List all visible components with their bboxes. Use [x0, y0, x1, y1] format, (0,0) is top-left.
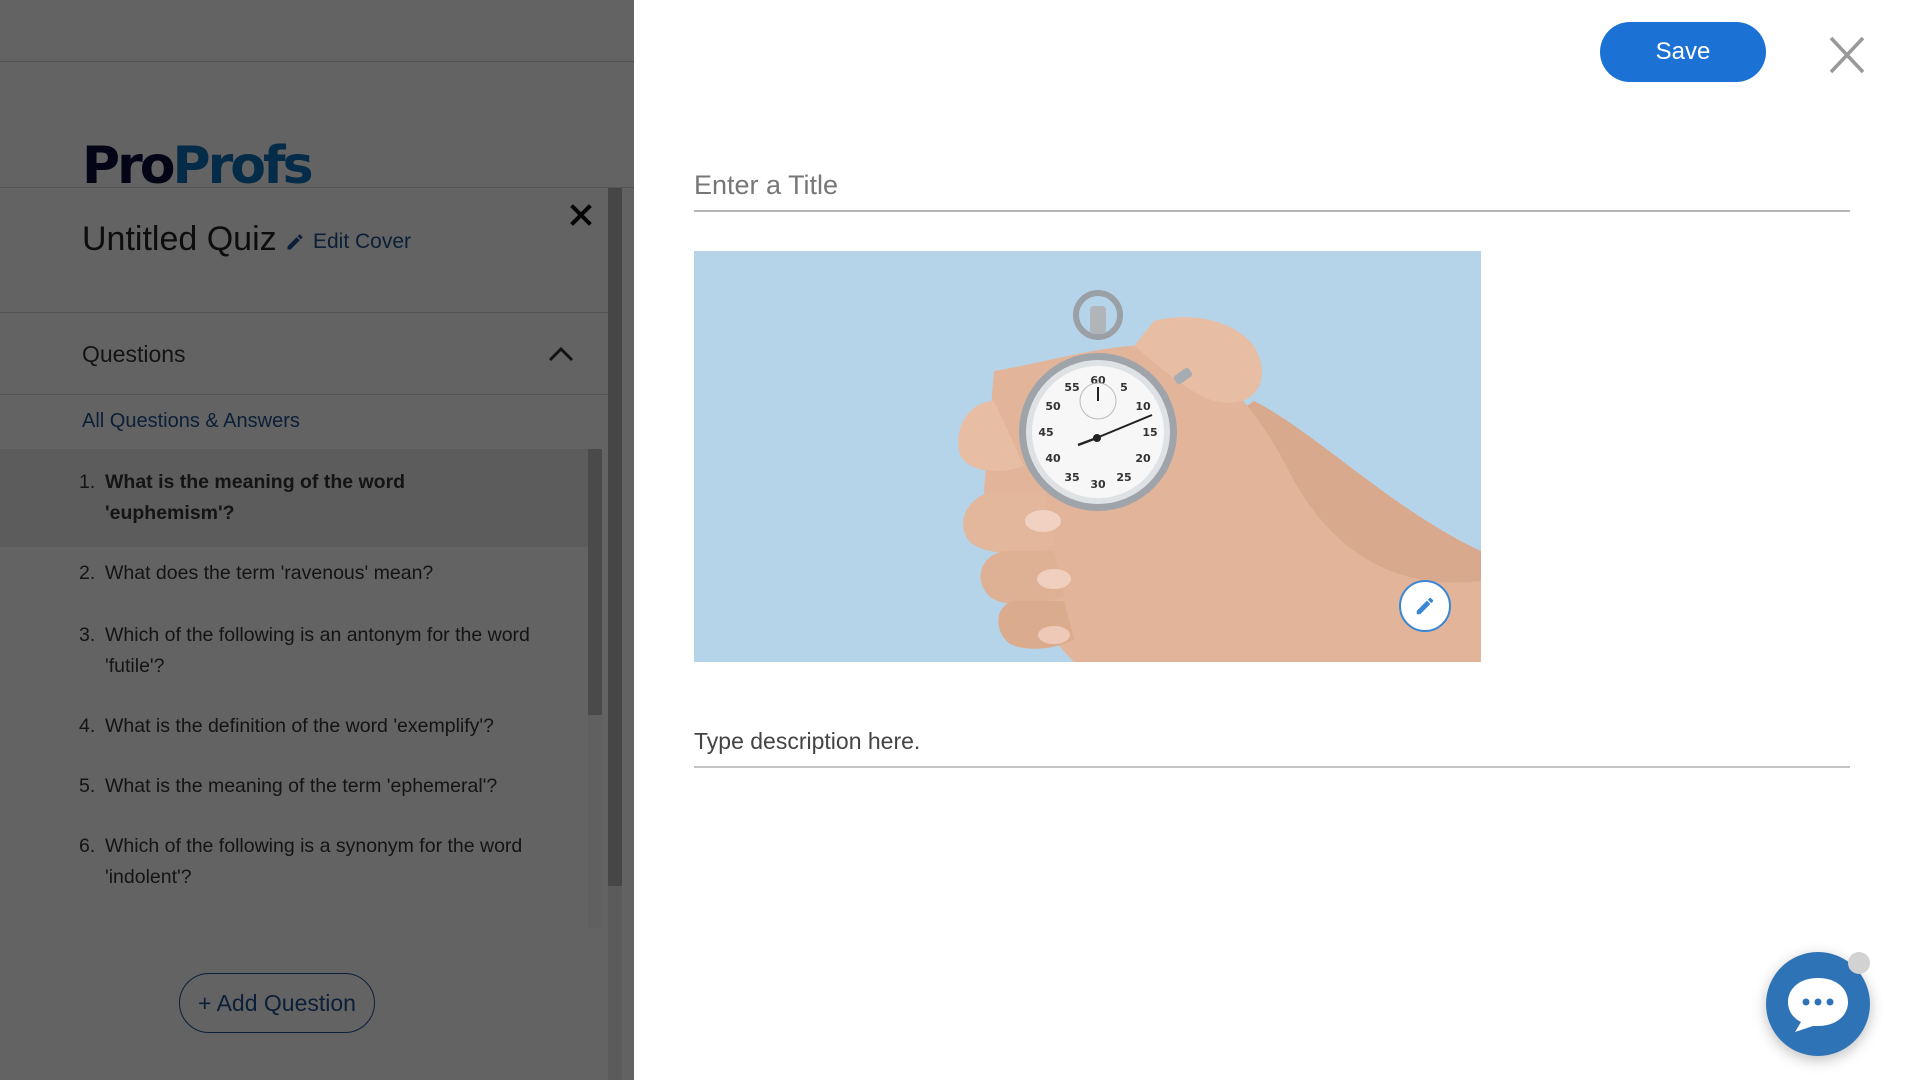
logo-pro: Pro — [82, 136, 176, 196]
stopwatch-number: 5 — [1120, 381, 1128, 394]
question-number: 4. — [79, 715, 96, 737]
questions-header-label: Questions — [82, 341, 186, 367]
question-list-item[interactable]: 6. Which of the following is a synonym fo… — [0, 820, 588, 911]
stopwatch-number: 20 — [1135, 452, 1151, 465]
description-input[interactable] — [694, 716, 1850, 768]
quiz-panel: Untitled Quiz Edit Cover Questions All Q… — [0, 188, 608, 1080]
stopwatch-number: 45 — [1038, 426, 1053, 439]
stopwatch-number: 40 — [1045, 452, 1061, 465]
stopwatch-number: 50 — [1045, 400, 1061, 413]
question-number: 5. — [79, 775, 96, 797]
stopwatch-number: 60 — [1090, 374, 1106, 387]
add-question-button[interactable]: + Add Question — [179, 973, 375, 1033]
title-input[interactable] — [694, 160, 1850, 212]
question-list-item[interactable]: 1. What is the meaning of the word 'euphe… — [0, 449, 588, 547]
question-list-item[interactable]: 2. What does the term 'ravenous' mean? — [0, 547, 588, 607]
question-list-item[interactable]: 4. What is the definition of the word 'ex… — [0, 700, 588, 760]
pencil-icon — [1416, 597, 1434, 615]
edit-cover-link[interactable]: Edit Cover — [285, 230, 411, 254]
question-list-item[interactable]: 5. What is the meaning of the term 'ephem… — [0, 760, 588, 820]
question-number: 2. — [79, 562, 96, 584]
chevron-up-icon[interactable] — [547, 343, 575, 363]
question-text: What is the definition of the word 'exem… — [105, 715, 494, 737]
question-text: Which of the following is a synonym for … — [105, 835, 523, 888]
top-bar — [0, 0, 634, 62]
proprofs-logo: ProProfs — [82, 140, 314, 192]
edit-cover-image-button[interactable] — [1399, 580, 1451, 632]
question-list-scrollbar-thumb[interactable] — [588, 449, 602, 715]
all-questions-answers-link[interactable]: All Questions & Answers — [82, 410, 300, 433]
quiz-title: Untitled Quiz — [82, 220, 277, 258]
chat-notification-dot[interactable] — [1848, 952, 1870, 974]
quiz-header: Untitled Quiz Edit Cover — [0, 188, 608, 313]
question-number: 6. — [79, 835, 96, 857]
save-button[interactable]: Save — [1600, 22, 1766, 82]
pencil-icon — [287, 234, 303, 250]
question-text: What is the meaning of the word 'euphemi… — [105, 471, 406, 524]
stopwatch-number: 35 — [1064, 471, 1079, 484]
question-list: 1. What is the meaning of the word 'euphe… — [0, 449, 588, 929]
sidebar: ProProfs Quiz Maker Untitled Quiz Edit C… — [0, 0, 634, 1080]
questions-section-header[interactable]: Questions — [0, 313, 608, 395]
sidebar-scrollbar-thumb[interactable] — [608, 188, 622, 886]
close-icon[interactable] — [566, 200, 596, 230]
stopwatch-number: 30 — [1090, 478, 1106, 491]
stopwatch-number: 55 — [1064, 381, 1079, 394]
logo-profs: Profs — [172, 136, 313, 196]
question-text: What is the meaning of the term 'ephemer… — [105, 775, 498, 797]
question-number: 1. — [79, 471, 96, 493]
stopwatch-number: 10 — [1135, 400, 1151, 413]
question-text: Which of the following is an antonym for… — [105, 624, 530, 677]
cover-image: 60 5 10 15 20 25 30 35 40 45 50 55 — [694, 251, 1481, 662]
question-text: What does the term 'ravenous' mean? — [105, 562, 434, 584]
stopwatch-number: 15 — [1142, 426, 1157, 439]
stopwatch-number: 25 — [1116, 471, 1131, 484]
stopwatch-hand-illustration: 60 5 10 15 20 25 30 3540 45 5055 — [694, 251, 1481, 662]
question-number: 3. — [79, 624, 96, 646]
edit-cover-label: Edit Cover — [313, 230, 412, 253]
logo-area: ProProfs Quiz Maker — [0, 62, 634, 221]
chat-bubble-icon — [1788, 978, 1848, 1032]
close-modal-icon[interactable] — [1826, 34, 1868, 76]
question-list-item[interactable]: 3. Which of the following is an antonym f… — [0, 607, 588, 700]
